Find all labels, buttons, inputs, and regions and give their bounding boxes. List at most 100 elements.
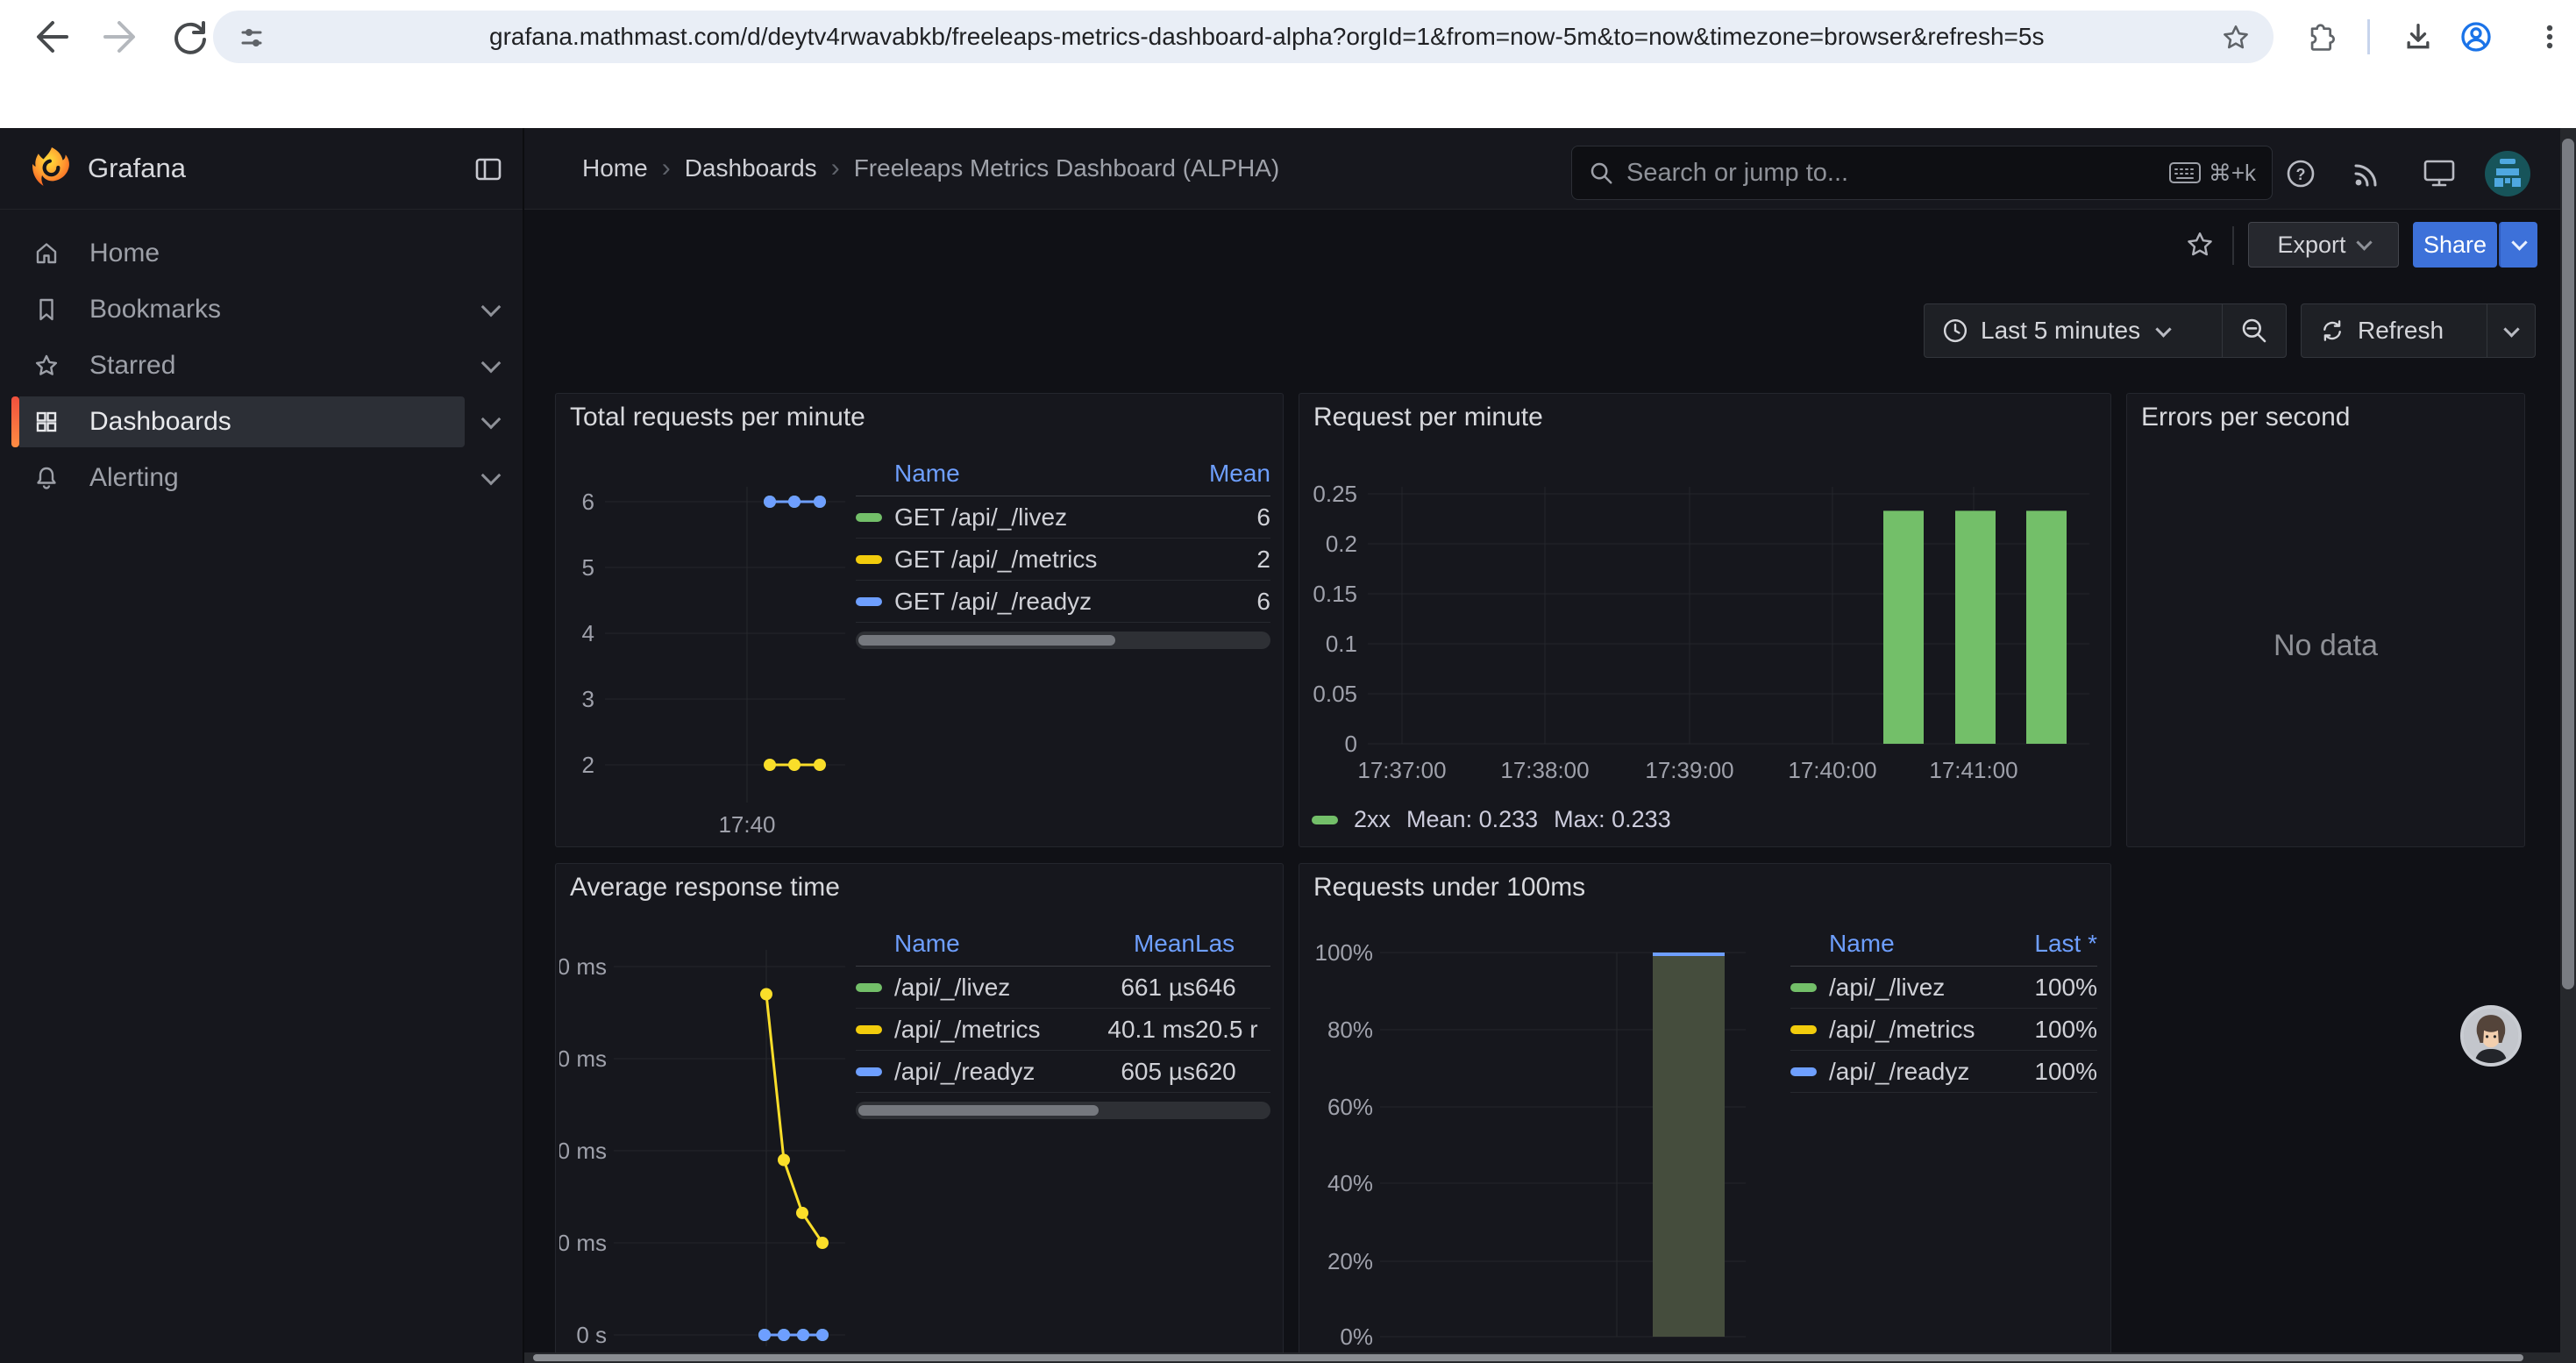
- horizontal-scrollbar-thumb[interactable]: [533, 1354, 2523, 1361]
- sidebar-item-starred[interactable]: Starred: [0, 339, 523, 393]
- menu-dots-icon[interactable]: [2534, 21, 2565, 53]
- zoom-out-button[interactable]: [2223, 317, 2286, 345]
- svg-text:80 ms: 80 ms: [559, 953, 607, 980]
- favorite-star-icon[interactable]: [2185, 230, 2215, 260]
- breadcrumb-item[interactable]: Freeleaps Metrics Dashboard (ALPHA): [854, 154, 1280, 182]
- series-name[interactable]: /api/_/metrics: [1790, 1016, 1992, 1044]
- series-value: 100%: [1992, 1016, 2097, 1044]
- legend-max: Max: 0.233: [1554, 806, 1671, 833]
- svg-text:2: 2: [582, 752, 594, 778]
- legend-table-scrollbar-thumb[interactable]: [858, 635, 1115, 646]
- panel-title[interactable]: Errors per second: [2141, 403, 2350, 432]
- panel-average-response-time: Average response time 80 ms60 ms40 ms20 …: [555, 863, 1284, 1363]
- column-header[interactable]: Last *: [1992, 930, 2097, 958]
- grafana-logo[interactable]: [32, 146, 72, 191]
- series-name[interactable]: GET /api/_/livez: [856, 503, 1174, 532]
- reload-icon[interactable]: [168, 16, 210, 58]
- help-icon[interactable]: ?: [2285, 158, 2316, 189]
- legend-table-scrollbar[interactable]: [856, 632, 1270, 649]
- legend-table-scrollbar[interactable]: [856, 1102, 1270, 1119]
- bell-icon: [33, 465, 60, 491]
- back-icon[interactable]: [30, 16, 72, 58]
- share-dropdown-button[interactable]: [2499, 222, 2537, 268]
- column-header[interactable]: Mean: [1174, 460, 1270, 488]
- sidebar-item-label: Home: [89, 239, 160, 268]
- series-name[interactable]: /api/_/livez: [856, 974, 1064, 1002]
- panel-title[interactable]: Average response time: [570, 873, 840, 903]
- svg-text:6: 6: [582, 489, 594, 515]
- chevron-down-icon: [481, 297, 502, 318]
- svg-text:0.25: 0.25: [1313, 481, 1357, 507]
- sidebar-item-alerting[interactable]: Alerting: [0, 451, 523, 505]
- column-header[interactable]: Las: [1195, 930, 1270, 958]
- svg-text:100%: 100%: [1315, 939, 1374, 966]
- series-value: 20.5 r: [1195, 1016, 1270, 1044]
- profile-icon[interactable]: [2459, 19, 2494, 54]
- share-button[interactable]: Share: [2413, 222, 2497, 268]
- vertical-scrollbar-thumb[interactable]: [2562, 139, 2574, 989]
- legend-series-name: 2xx: [1354, 806, 1391, 833]
- breadcrumb-item[interactable]: Dashboards: [685, 154, 817, 182]
- breadcrumb-separator-icon: ›: [662, 153, 671, 183]
- floating-assistant-avatar[interactable]: [2460, 1005, 2522, 1067]
- assistant-avatar-image: [2464, 1009, 2518, 1063]
- series-name[interactable]: GET /api/_/readyz: [856, 588, 1174, 616]
- refresh-button[interactable]: Refresh: [2302, 317, 2487, 345]
- requests-under-100ms-legend-table: NameLast */api/_/livez100%/api/_/metrics…: [1790, 922, 2097, 1093]
- active-highlight: [19, 396, 465, 447]
- sidebar-item-bookmarks[interactable]: Bookmarks: [0, 282, 523, 337]
- export-button[interactable]: Export: [2248, 222, 2399, 268]
- breadcrumb: Home›Dashboards›Freeleaps Metrics Dashbo…: [582, 128, 1279, 209]
- series-value: 2: [1174, 546, 1270, 574]
- sidebar-item-home[interactable]: Home: [0, 226, 523, 281]
- panel-title[interactable]: Requests under 100ms: [1313, 873, 1585, 903]
- extensions-icon[interactable]: [2302, 21, 2336, 54]
- search-shortcut: ⌘+k: [2168, 160, 2256, 187]
- screen: grafana.mathmast.com/d/deytv4rwavabkb/fr…: [0, 0, 2576, 1363]
- site-info-icon[interactable]: [238, 24, 266, 52]
- svg-text:17:37:00: 17:37:00: [1357, 757, 1446, 783]
- sidebar-item-label: Bookmarks: [89, 295, 221, 325]
- search-box[interactable]: Search or jump to... ⌘+k: [1571, 146, 2273, 200]
- grafana-brand[interactable]: Grafana: [88, 128, 186, 209]
- series-name[interactable]: /api/_/livez: [1790, 974, 1992, 1002]
- panel-title[interactable]: Request per minute: [1313, 403, 1543, 432]
- time-range-picker[interactable]: Last 5 minutes: [1925, 317, 2222, 345]
- column-header[interactable]: Mean: [1064, 930, 1195, 958]
- column-header[interactable]: Name: [856, 930, 1064, 958]
- bookmark-icon: [33, 296, 60, 323]
- series-name[interactable]: GET /api/_/metrics: [856, 546, 1174, 574]
- series-color-pill: [1790, 1025, 1817, 1034]
- legend-table-scrollbar-thumb[interactable]: [858, 1105, 1099, 1116]
- legend-table-row: /api/_/metrics40.1 ms20.5 r: [856, 1009, 1270, 1051]
- bookmark-star-icon[interactable]: [2221, 23, 2251, 53]
- svg-text:17:38:00: 17:38:00: [1500, 757, 1589, 783]
- forward-icon[interactable]: [100, 16, 142, 58]
- browser-toolbar: grafana.mathmast.com/d/deytv4rwavabkb/fr…: [0, 0, 2576, 74]
- series-name[interactable]: /api/_/metrics: [856, 1016, 1064, 1044]
- breadcrumb-item[interactable]: Home: [582, 154, 648, 182]
- series-name[interactable]: /api/_/readyz: [1790, 1058, 1992, 1086]
- sidebar-toggle-icon[interactable]: [473, 154, 503, 184]
- active-indicator: [11, 396, 19, 447]
- total-requests-legend-table: NameMeanGET /api/_/livez6GET /api/_/metr…: [856, 452, 1270, 649]
- column-header[interactable]: Name: [856, 460, 1174, 488]
- chevron-down-icon: [481, 410, 502, 430]
- svg-text:17:40:00: 17:40:00: [1788, 757, 1876, 783]
- download-icon[interactable]: [2401, 19, 2436, 54]
- column-header[interactable]: Name: [1790, 930, 1992, 958]
- user-avatar[interactable]: [2485, 151, 2530, 196]
- refresh-interval-button[interactable]: [2487, 327, 2535, 335]
- refresh-icon: [2319, 318, 2345, 344]
- display-icon[interactable]: [2422, 158, 2457, 189]
- series-name[interactable]: /api/_/readyz: [856, 1058, 1064, 1086]
- time-range-group: Last 5 minutes: [1924, 303, 2287, 358]
- svg-text:0.1: 0.1: [1326, 631, 1357, 657]
- sidebar-item-dashboards[interactable]: Dashboards: [0, 395, 523, 449]
- panel-title[interactable]: Total requests per minute: [570, 403, 865, 432]
- news-rss-icon[interactable]: [2352, 158, 2383, 189]
- svg-text:0.2: 0.2: [1326, 531, 1357, 557]
- chevron-down-icon: [481, 466, 502, 486]
- url-bar[interactable]: grafana.mathmast.com/d/deytv4rwavabkb/fr…: [213, 11, 2274, 63]
- legend-2xx[interactable]: 2xx Mean: 0.233 Max: 0.233: [1312, 806, 1671, 833]
